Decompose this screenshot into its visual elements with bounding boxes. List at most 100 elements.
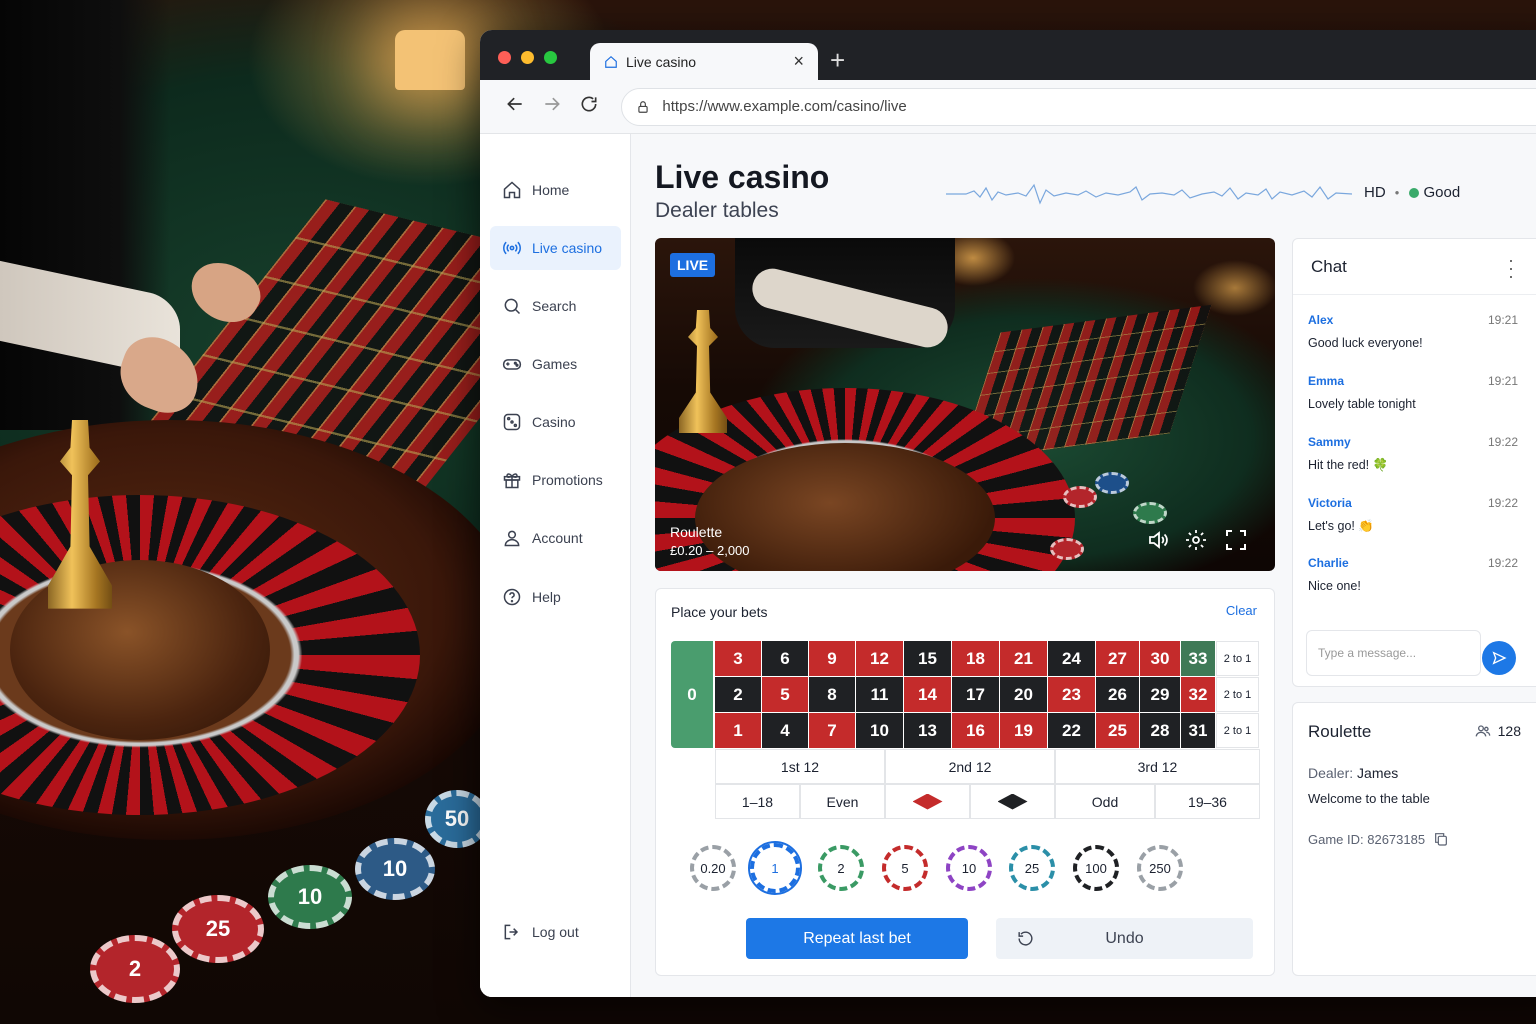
bet-number-cell[interactable]: 30 — [1140, 641, 1180, 676]
bet-number-cell[interactable]: 24 — [1048, 641, 1095, 676]
bet-number-cell[interactable]: 6 — [762, 641, 808, 676]
bet-red[interactable] — [885, 784, 970, 819]
bet-number-cell[interactable]: 23 — [1048, 677, 1095, 712]
bet-number-cell[interactable]: 4 — [762, 713, 808, 748]
chat-user[interactable]: Sammy — [1308, 435, 1518, 449]
bet-even[interactable]: Even — [800, 784, 885, 819]
sidebar-item-home[interactable]: Home — [490, 168, 621, 212]
minimize-window-button[interactable] — [521, 51, 534, 64]
repeat-last-bet-button[interactable]: Repeat last bet — [746, 918, 968, 959]
dozen-bet-3[interactable]: 3rd 12 — [1055, 749, 1260, 784]
tab-close-icon[interactable]: × — [793, 51, 804, 72]
sidebar-item-account[interactable]: Account — [490, 516, 621, 560]
bet-number-cell[interactable]: 12 — [856, 641, 903, 676]
bet-number-cell[interactable]: 28 — [1140, 713, 1180, 748]
bet-number-cell[interactable]: 31 — [1181, 713, 1215, 748]
more-options-icon[interactable]: · · · — [1508, 251, 1514, 285]
chip-250[interactable]: 250 — [1137, 845, 1183, 891]
bet-19-36[interactable]: 19–36 — [1155, 784, 1260, 819]
logout-button[interactable]: Log out — [490, 910, 621, 954]
bet-number-cell[interactable]: 21 — [1000, 641, 1047, 676]
chat-user[interactable]: Emma — [1308, 374, 1518, 388]
sidebar-item-promotions[interactable]: Promotions — [490, 458, 621, 502]
dozen-bet-2[interactable]: 2nd 12 — [885, 749, 1055, 784]
bet-number-cell[interactable]: 16 — [952, 713, 999, 748]
bet-number-cell[interactable]: 25 — [1096, 713, 1139, 748]
bet-number-cell[interactable]: 20 — [1000, 677, 1047, 712]
chat-user[interactable]: Charlie — [1308, 556, 1518, 570]
game-id: Game ID: 82673185 — [1308, 831, 1449, 847]
fullscreen-icon[interactable] — [1224, 528, 1248, 552]
dozen-bet-1[interactable]: 1st 12 — [715, 749, 885, 784]
bet-number-0[interactable]: 0 — [671, 641, 713, 748]
chip-1[interactable]: 1 — [748, 841, 802, 895]
send-icon — [1492, 651, 1507, 665]
chat-message-input[interactable]: Type a message... — [1306, 630, 1481, 676]
browser-window: Live casino × + https://www.example.com/… — [480, 30, 1536, 997]
send-button[interactable] — [1482, 641, 1516, 675]
address-bar[interactable]: https://www.example.com/casino/live — [621, 87, 1536, 126]
bet-number-cell[interactable]: 9 — [809, 641, 855, 676]
back-button[interactable] — [496, 94, 533, 120]
sidebar-item-games[interactable]: Games — [490, 342, 621, 386]
copy-icon[interactable] — [1433, 831, 1449, 847]
bet-number-cell[interactable]: 29 — [1140, 677, 1180, 712]
chip-0.20[interactable]: 0.20 — [690, 845, 736, 891]
close-window-button[interactable] — [498, 51, 511, 64]
bet-number-cell[interactable]: 15 — [904, 641, 951, 676]
chat-user[interactable]: Alex — [1308, 313, 1518, 327]
clear-bets-button[interactable]: Clear — [1226, 603, 1257, 618]
settings-gear-icon[interactable] — [1184, 528, 1208, 552]
reload-button[interactable] — [570, 94, 607, 120]
bet-number-cell[interactable]: 27 — [1096, 641, 1139, 676]
undo-button[interactable]: Undo — [996, 918, 1253, 959]
bet-1-18[interactable]: 1–18 — [715, 784, 800, 819]
bet-black[interactable] — [970, 784, 1055, 819]
bet-odd[interactable]: Odd — [1055, 784, 1155, 819]
bet-number-cell[interactable]: 10 — [856, 713, 903, 748]
chat-text: Hit the red! 🍀 — [1308, 458, 1389, 472]
page-title: Live casino — [655, 159, 830, 195]
bet-number-cell[interactable]: 22 — [1048, 713, 1095, 748]
bet-number-cell[interactable]: 8 — [809, 677, 855, 712]
chip-25[interactable]: 25 — [1009, 845, 1055, 891]
bet-number-cell[interactable]: 11 — [856, 677, 903, 712]
bet-number-cell[interactable]: 14 — [904, 677, 951, 712]
bet-number-cell[interactable]: 2 — [715, 677, 761, 712]
new-tab-button[interactable]: + — [830, 45, 845, 75]
column-bet-top[interactable]: 2 to 1 — [1216, 641, 1259, 676]
browser-tab[interactable]: Live casino × — [590, 43, 818, 80]
chip-5[interactable]: 5 — [882, 845, 928, 891]
bet-number-cell[interactable]: 13 — [904, 713, 951, 748]
maximize-window-button[interactable] — [544, 51, 557, 64]
stream-quality: HD ● Good — [1364, 184, 1460, 201]
bet-number-cell[interactable]: 26 — [1096, 677, 1139, 712]
bet-number-cell[interactable]: 5 — [762, 677, 808, 712]
player-count-value: 128 — [1497, 723, 1521, 739]
chat-user[interactable]: Victoria — [1308, 496, 1518, 510]
bet-number-cell[interactable]: 33 — [1181, 641, 1215, 676]
live-video-player[interactable]: LIVE Roulette £0.20 – 2,000 — [655, 238, 1275, 571]
bet-number-cell[interactable]: 18 — [952, 641, 999, 676]
chip-100[interactable]: 100 — [1073, 845, 1119, 891]
bet-number-cell[interactable]: 7 — [809, 713, 855, 748]
bet-number-cell[interactable]: 17 — [952, 677, 999, 712]
welcome-text: Welcome to the table — [1308, 791, 1430, 806]
bet-number-cell[interactable]: 32 — [1181, 677, 1215, 712]
chip-2[interactable]: 2 — [818, 845, 864, 891]
undo-icon — [1018, 931, 1033, 946]
sidebar-item-casino[interactable]: Casino — [490, 400, 621, 444]
chip-10[interactable]: 10 — [946, 845, 992, 891]
bet-number-cell[interactable]: 3 — [715, 641, 761, 676]
sidebar-item-search[interactable]: Search — [490, 284, 621, 328]
bet-number-cell[interactable]: 1 — [715, 713, 761, 748]
sidebar-item-help[interactable]: Help — [490, 575, 621, 619]
sidebar-item-live-casino[interactable]: Live casino — [490, 226, 621, 270]
volume-icon[interactable] — [1146, 528, 1170, 552]
column-bet-bottom[interactable]: 2 to 1 — [1216, 713, 1259, 748]
chat-header: Chat · · · — [1293, 239, 1536, 295]
forward-button[interactable] — [533, 94, 570, 120]
home-icon — [605, 55, 617, 68]
bet-number-cell[interactable]: 19 — [1000, 713, 1047, 748]
column-bet-middle[interactable]: 2 to 1 — [1216, 677, 1259, 712]
